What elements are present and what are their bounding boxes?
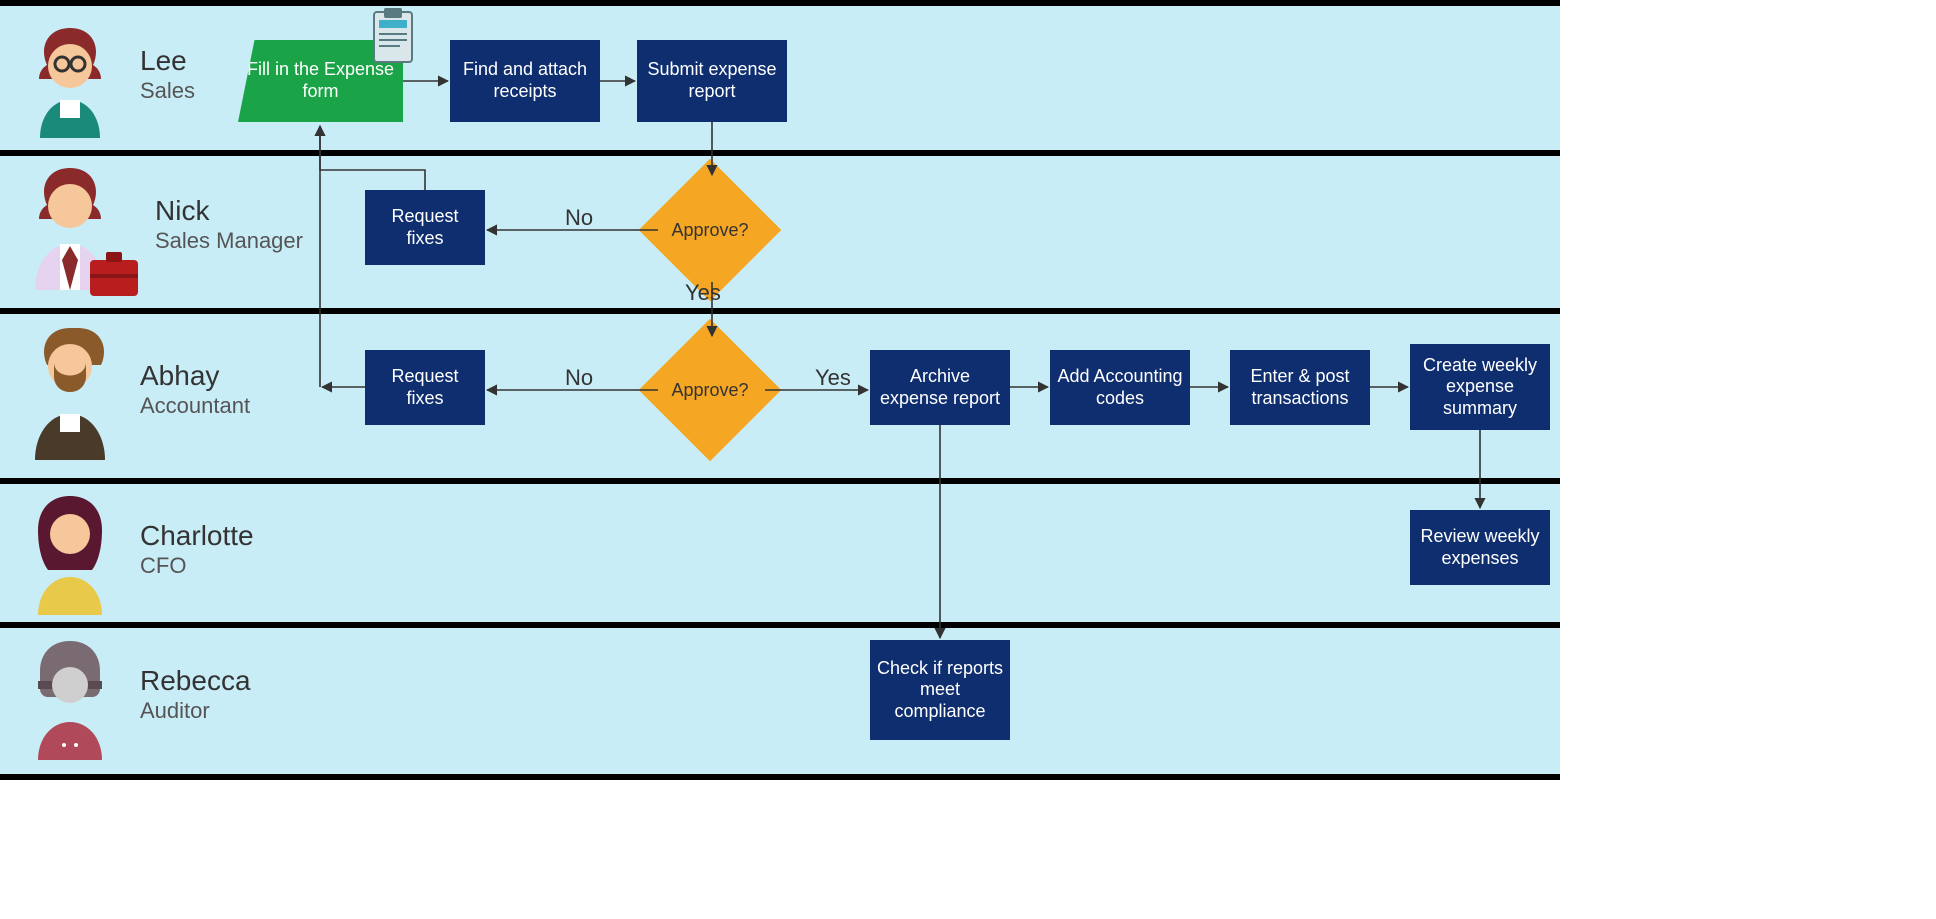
lane-divider xyxy=(0,622,1560,628)
avatar-nick xyxy=(20,160,120,315)
lane-divider xyxy=(0,478,1560,484)
step-create-weekly-summary: Create weekly expense summary xyxy=(1410,344,1550,430)
lane-divider xyxy=(0,150,1560,156)
persona-name-charlotte: Charlotte xyxy=(140,520,254,552)
step-submit-expense-report: Submit expense report xyxy=(637,40,787,122)
persona-name-abhay: Abhay xyxy=(140,360,219,392)
persona-name-lee: Lee xyxy=(140,45,187,77)
step-find-attach-receipts: Find and attach receipts xyxy=(450,40,600,122)
decision-approve-2-label: Approve? xyxy=(640,320,780,460)
decision-approve-1-label: Approve? xyxy=(640,160,780,300)
lane-divider xyxy=(0,774,1560,780)
persona-role-lee: Sales xyxy=(140,78,195,104)
persona-role-rebecca: Auditor xyxy=(140,698,210,724)
avatar-charlotte xyxy=(20,490,120,625)
step-request-fixes-1: Request fixes xyxy=(365,190,485,265)
persona-role-abhay: Accountant xyxy=(140,393,250,419)
step-add-accounting-codes: Add Accounting codes xyxy=(1050,350,1190,425)
step-request-fixes-2: Request fixes xyxy=(365,350,485,425)
persona-name-nick: Nick xyxy=(155,195,209,227)
edge-label-no-1: No xyxy=(565,205,593,231)
lane-divider xyxy=(0,0,1560,6)
persona-name-rebecca: Rebecca xyxy=(140,665,251,697)
swimlane-diagram: Lee Sales Fill in the Expense form Find … xyxy=(0,0,1560,780)
step-check-compliance: Check if reports meet compliance xyxy=(870,640,1010,740)
edge-label-yes-1: Yes xyxy=(685,280,721,306)
edge-label-no-2: No xyxy=(565,365,593,391)
avatar-rebecca xyxy=(20,635,120,770)
clipboard-icon xyxy=(370,8,416,69)
step-archive-report: Archive expense report xyxy=(870,350,1010,425)
step-review-weekly-expenses: Review weekly expenses xyxy=(1410,510,1550,585)
avatar-abhay xyxy=(20,320,120,475)
persona-role-nick: Sales Manager xyxy=(155,228,303,254)
lane-divider xyxy=(0,308,1560,314)
persona-role-charlotte: CFO xyxy=(140,553,186,579)
avatar-lee xyxy=(20,18,120,143)
step-enter-post-transactions: Enter & post transactions xyxy=(1230,350,1370,425)
decision-approve-1: Approve? xyxy=(640,160,780,300)
decision-approve-2: Approve? xyxy=(640,320,780,460)
edge-label-yes-2: Yes xyxy=(815,365,851,391)
